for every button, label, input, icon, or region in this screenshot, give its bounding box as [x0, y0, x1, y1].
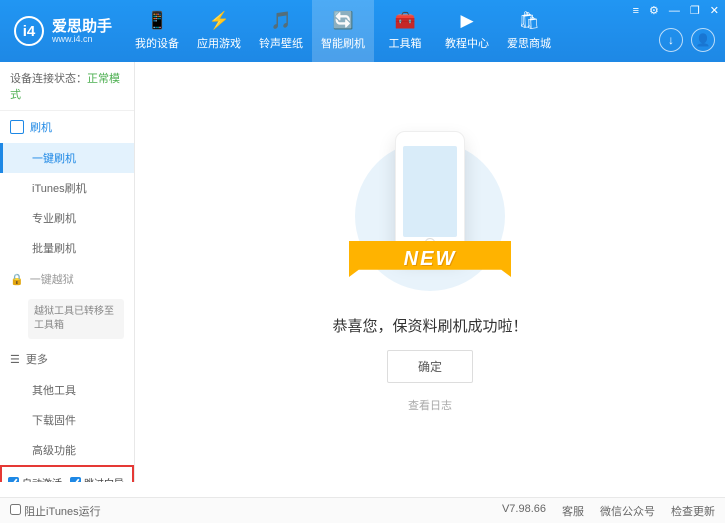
- sidebar-item-itunes-flash[interactable]: iTunes刷机: [0, 173, 134, 203]
- view-log-link[interactable]: 查看日志: [408, 397, 452, 413]
- nav-store[interactable]: 🛍爱思商城: [498, 0, 560, 62]
- sidebar-item-other-tools[interactable]: 其他工具: [0, 375, 134, 405]
- sidebar-item-download-firmware[interactable]: 下载固件: [0, 405, 134, 435]
- brand-name: 爱思助手: [52, 19, 112, 34]
- footer-support[interactable]: 客服: [562, 503, 584, 519]
- toolbox-icon: 🧰: [395, 11, 415, 31]
- menu-icon[interactable]: ≡: [633, 5, 639, 17]
- sidebar: 设备连接状态：正常模式 刷机 一键刷机 iTunes刷机 专业刷机 批量刷机 🔒…: [0, 62, 135, 482]
- sidebar-item-oneclick-flash[interactable]: 一键刷机: [0, 143, 134, 173]
- success-message: 恭喜您，保资料刷机成功啦！: [332, 315, 527, 336]
- settings-icon[interactable]: ⚙: [649, 4, 659, 17]
- logo: i4 爱思助手 www.i4.cn: [0, 16, 126, 46]
- download-icon[interactable]: ↓: [659, 28, 683, 52]
- brand-url: www.i4.cn: [52, 34, 112, 44]
- device-icon: 📱: [147, 11, 167, 31]
- header-right: ↓ 👤: [659, 28, 715, 52]
- close-icon[interactable]: ✕: [710, 4, 719, 17]
- header: i4 爱思助手 www.i4.cn 📱我的设备 ⚡应用游戏 🎵铃声壁纸 🔄智能刷…: [0, 0, 725, 62]
- auto-activate-checkbox[interactable]: 自动激活: [8, 475, 62, 482]
- sidebar-item-advanced[interactable]: 高级功能: [0, 435, 134, 465]
- nav-toolbox[interactable]: 🧰工具箱: [374, 0, 436, 62]
- user-icon[interactable]: 👤: [691, 28, 715, 52]
- ok-button[interactable]: 确定: [387, 350, 473, 383]
- jailbreak-notice: 越狱工具已转移至工具箱: [28, 299, 124, 339]
- nav-flash[interactable]: 🔄智能刷机: [312, 0, 374, 62]
- version-label: V7.98.66: [502, 503, 546, 519]
- top-nav: 📱我的设备 ⚡应用游戏 🎵铃声壁纸 🔄智能刷机 🧰工具箱 ▶教程中心 🛍爱思商城: [126, 0, 560, 62]
- nav-apps[interactable]: ⚡应用游戏: [188, 0, 250, 62]
- lock-icon: 🔒: [10, 273, 24, 286]
- nav-tutorials[interactable]: ▶教程中心: [436, 0, 498, 62]
- minimize-icon[interactable]: —: [669, 5, 680, 17]
- footer: 阻止iTunes运行 V7.98.66 客服 微信公众号 检查更新: [0, 497, 725, 523]
- sidebar-item-batch-flash[interactable]: 批量刷机: [0, 233, 134, 263]
- more-icon: ☰: [10, 353, 20, 366]
- footer-wechat[interactable]: 微信公众号: [600, 503, 655, 519]
- sidebar-item-pro-flash[interactable]: 专业刷机: [0, 203, 134, 233]
- options-highlighted: 自动激活 跳过向导: [0, 465, 134, 482]
- phone-graphic: [395, 131, 465, 256]
- music-icon: 🎵: [271, 11, 291, 31]
- section-jailbreak: 🔒一键越狱: [0, 263, 134, 295]
- window-controls: ≡ ⚙ — ❐ ✕: [633, 4, 719, 17]
- play-icon: ▶: [457, 11, 477, 31]
- section-more[interactable]: ☰更多: [0, 343, 134, 375]
- apps-icon: ⚡: [209, 11, 229, 31]
- block-itunes-checkbox[interactable]: 阻止iTunes运行: [10, 503, 101, 519]
- nav-ringtones[interactable]: 🎵铃声壁纸: [250, 0, 312, 62]
- maximize-icon[interactable]: ❐: [690, 4, 700, 17]
- store-icon: 🛍: [519, 11, 539, 31]
- flash-icon: [10, 120, 24, 134]
- footer-update[interactable]: 检查更新: [671, 503, 715, 519]
- connection-status: 设备连接状态：正常模式: [0, 62, 134, 111]
- skip-wizard-checkbox[interactable]: 跳过向导: [70, 475, 124, 482]
- section-flash[interactable]: 刷机: [0, 111, 134, 143]
- success-illustration: NEW: [355, 131, 505, 301]
- main-content: NEW 恭喜您，保资料刷机成功啦！ 确定 查看日志: [135, 62, 725, 482]
- refresh-icon: 🔄: [333, 11, 353, 31]
- nav-my-device[interactable]: 📱我的设备: [126, 0, 188, 62]
- logo-icon: i4: [14, 16, 44, 46]
